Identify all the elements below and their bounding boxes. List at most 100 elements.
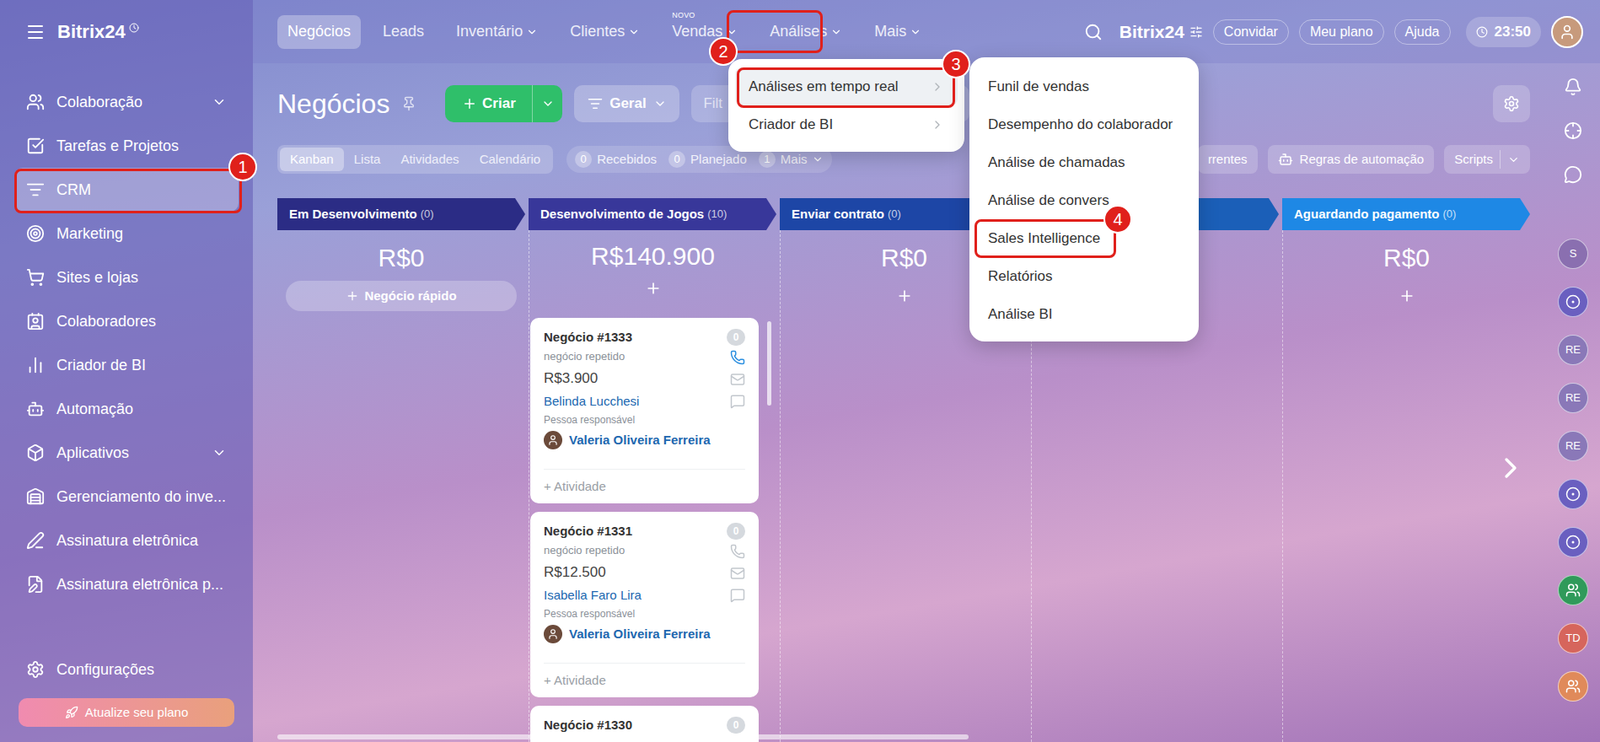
dropdown-icon[interactable] [541,96,555,111]
card-scrollbar[interactable] [767,321,772,406]
rail-avatar[interactable]: TD [1557,622,1589,654]
deal-count-badge: 0 [726,716,746,734]
view-tab[interactable]: Atividades [390,147,469,172]
sidebar-item-icon [26,224,45,243]
deal-title[interactable]: Negócio #1330 [543,715,633,735]
toolbar-button[interactable]: rrentes [1197,144,1258,174]
sidebar-item[interactable]: Aplicativos [14,430,239,475]
submenu-item[interactable]: Relatórios [969,257,1199,296]
nav-tab[interactable]: Análises [759,15,853,49]
add-activity-button[interactable]: + Atividade [543,478,607,494]
kanban-scrollbar[interactable] [277,734,969,740]
header-button[interactable]: Convidar [1213,19,1289,45]
column-header[interactable]: Desenvolvimento de Jogos(10) [528,198,777,231]
scroll-right-icon[interactable] [1493,451,1528,485]
sidebar-item[interactable]: Tarefas e Projetos [14,123,239,168]
realtime-analytics-submenu: Funil de vendasDesempenho do colaborador… [969,57,1199,342]
submenu-item[interactable]: Análise de chamadas [969,143,1199,182]
column-header[interactable]: Aguardando pagamento(0) [1282,198,1531,231]
rail-avatar[interactable]: RE [1557,430,1589,462]
view-tab[interactable]: Lista [343,147,392,172]
nav-tab[interactable]: Inventário [445,15,548,49]
sidebar-item[interactable]: Assinatura eletrônica [14,518,239,563]
column-amount: R$0 [1283,230,1531,278]
rail-avatar[interactable]: S [1557,238,1589,269]
nav-tab[interactable]: Leads [372,15,435,49]
menu-icon[interactable] [25,21,46,43]
view-tab[interactable]: Calendário [469,147,552,172]
menu-item[interactable]: Análises em tempo real [735,67,958,106]
deal-title[interactable]: Negócio #1331 [543,521,633,541]
view-tab[interactable]: Kanban [279,147,344,172]
menu-item[interactable]: Criador de BI [735,105,958,144]
deal-title[interactable]: Negócio #1333 [543,327,633,347]
phone-icon[interactable] [730,543,746,559]
sidebar-item[interactable]: Assinatura eletrônica p... [14,562,239,607]
nav-tab[interactable]: Mais [864,15,932,49]
submenu-item[interactable]: Desempenho do colaborador [969,105,1199,144]
counter[interactable]: 0Planejado [668,150,747,170]
rail-app-icon[interactable] [1557,286,1589,317]
header-button[interactable]: Meu plano [1299,19,1385,45]
settings-item[interactable]: Configurações [0,650,253,688]
time-pill[interactable]: 23:50 [1465,16,1541,48]
toolbar-button[interactable]: Scripts [1444,144,1531,174]
rail-app-icon[interactable] [1557,526,1589,558]
expand-icon[interactable] [211,94,227,110]
expand-icon[interactable] [211,445,227,461]
mail-icon[interactable] [730,565,746,581]
rail-avatar[interactable]: RE [1557,334,1589,366]
deal-responsible[interactable]: Valeria Oliveira Ferreira [569,430,711,450]
chat-icon[interactable] [730,587,746,603]
deal-client[interactable]: Belinda Lucchesi [543,391,731,411]
rail-avatar[interactable]: RE [1557,382,1589,414]
add-deal-icon[interactable] [896,287,913,305]
column-header[interactable]: Em Desenvolvimento(0) [277,198,526,231]
sidebar-item[interactable]: Criador de BI [14,343,239,387]
target-icon[interactable] [1563,121,1583,140]
pin-icon[interactable] [401,96,417,112]
add-activity-button[interactable]: + Atividade [543,672,607,688]
settings-button[interactable] [1492,85,1531,123]
sidebar-item[interactable]: Marketing [14,211,239,256]
chat-icon[interactable] [1563,165,1583,184]
add-deal-icon[interactable] [1398,287,1416,305]
sidebar-item[interactable]: CRM [14,167,239,212]
quick-add-button[interactable]: Negócio rápido [285,280,517,312]
rail-person-icon[interactable] [1557,671,1589,702]
add-deal-icon[interactable] [644,279,662,297]
submenu-item[interactable]: Funil de vendas [969,67,1199,106]
toolbar-button[interactable]: Regras de automação [1267,144,1435,174]
sidebar-item[interactable]: Colaboração [14,80,239,124]
sidebar-item[interactable]: Automação [14,386,239,431]
rail-app-icon[interactable] [1557,478,1589,510]
search-icon[interactable] [1084,22,1103,42]
gear-icon [26,660,45,679]
sidebar-item[interactable]: Gerenciamento do inve... [14,474,239,519]
logo[interactable]: Bitrix24 [57,17,126,46]
bell-icon[interactable] [1563,77,1583,97]
submenu-item[interactable]: Sales Intelligence [969,219,1199,258]
phone-icon[interactable] [730,349,746,366]
preset-button[interactable]: Geral [574,85,680,123]
deal-client[interactable]: Isabella Faro Lira [543,585,731,605]
rail-person-icon[interactable] [1557,574,1589,606]
deal-responsible[interactable]: Valeria Oliveira Ferreira [569,624,711,644]
nav-tab[interactable]: Clientes [559,15,650,49]
counter[interactable]: 1Mais [758,150,825,170]
chat-icon[interactable] [730,393,746,409]
sidebar-item[interactable]: Sites e lojas [14,255,239,300]
header-button[interactable]: Ajuda [1394,19,1451,45]
sidebar-item[interactable]: Colaboradores [14,299,239,344]
user-avatar[interactable] [1551,16,1584,49]
deal-card[interactable]: Negócio #13310negócio repetidoR$12.500Is… [530,511,759,698]
nav-tab[interactable]: Negócios [277,15,361,49]
submenu-item[interactable]: Análise BI [969,295,1199,333]
create-button[interactable]: Criar [445,85,563,123]
mail-icon[interactable] [730,371,746,387]
submenu-item[interactable]: Análise de convers [969,181,1199,220]
counter[interactable]: 0Recebidos [574,150,657,170]
brand-switch[interactable]: Bitrix24 [1119,18,1203,46]
upgrade-button[interactable]: Atualize seu plano [18,697,235,727]
deal-card[interactable]: Negócio #13330negócio repetidoR$3.900Bel… [530,317,759,504]
